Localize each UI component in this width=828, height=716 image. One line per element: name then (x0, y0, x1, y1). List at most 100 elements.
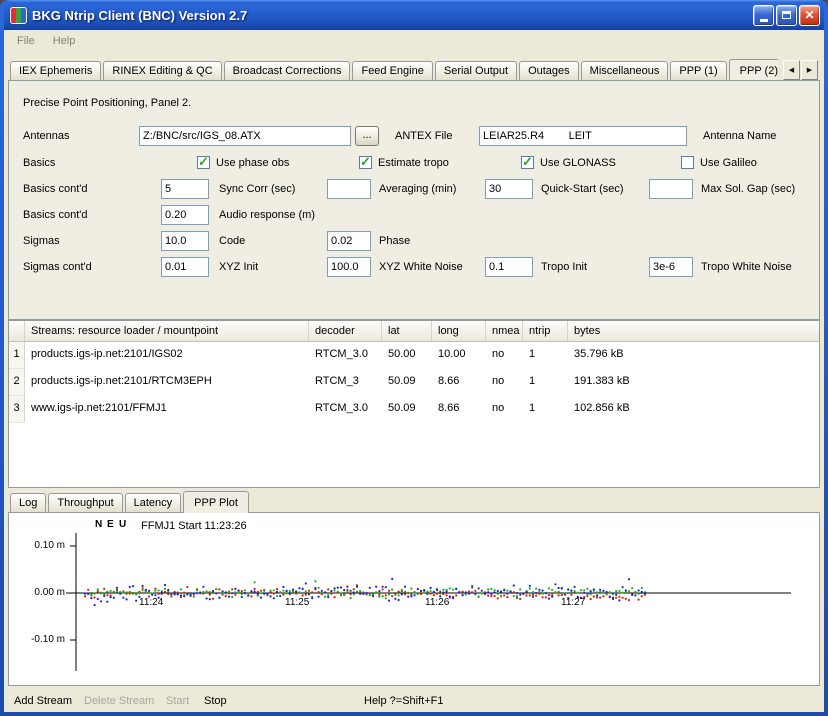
cell-bytes: 35.796 kB (568, 342, 819, 369)
stream-row[interactable]: 3 www.igs-ip.net:2101/FFMJ1 RTCM_3.0 50.… (9, 396, 819, 423)
help-hint: Help ?=Shift+F1 (364, 695, 444, 707)
averaging-input[interactable] (327, 179, 371, 199)
streams-table: Streams: resource loader / mountpoint de… (8, 320, 820, 488)
row-number: 2 (9, 369, 25, 396)
cell-ntrip: 1 (523, 369, 568, 396)
header-long: long (432, 321, 486, 341)
audio-response-input[interactable] (161, 205, 209, 225)
tab-log[interactable]: Log (10, 493, 46, 512)
antennas-label: Antennas (23, 130, 69, 142)
cell-mountpoint: www.igs-ip.net:2101/FFMJ1 (25, 396, 309, 423)
x-tick-1127: 11:27 (561, 597, 585, 608)
cell-long: 8.66 (432, 369, 486, 396)
tab-scroll-left-button[interactable]: ◀ (783, 60, 800, 80)
sigmas-row: Sigmas Code Phase (17, 231, 811, 251)
tab-scroll-right-icon: ▶ (807, 66, 812, 74)
xyz-white-noise-input[interactable] (327, 257, 371, 277)
ppp-plot-canvas (9, 513, 819, 685)
tab-throughput[interactable]: Throughput (48, 493, 122, 512)
delete-stream-button[interactable]: Delete Stream (84, 695, 154, 707)
maximize-icon (782, 11, 791, 19)
menu-item-help[interactable]: Help (44, 32, 85, 50)
x-tick-1125: 11:25 (285, 597, 309, 608)
tab-iex-ephemeris[interactable]: IEX Ephemeris (10, 61, 101, 80)
legend-e-label: E (107, 519, 114, 530)
y-tick-top: 0.10 m (13, 540, 65, 551)
header-nmea: nmea (486, 321, 523, 341)
sigma-code-input[interactable] (161, 231, 209, 251)
tab-ppp-plot[interactable]: PPP Plot (183, 491, 249, 513)
antenna-name-label: Antenna Name (703, 130, 776, 142)
tropo-init-input[interactable] (485, 257, 533, 277)
window-controls: ✕ (753, 5, 820, 26)
tropo-white-noise-input[interactable] (649, 257, 693, 277)
max-sol-gap-input[interactable] (649, 179, 693, 199)
cell-decoder: RTCM_3.0 (309, 342, 382, 369)
cell-decoder: RTCM_3 (309, 369, 382, 396)
sigma-phase-label: Phase (379, 235, 410, 247)
use-galileo-checkbox[interactable] (681, 156, 694, 169)
audio-row: Basics cont'd Audio response (m) (17, 205, 811, 225)
sigma-code-label: Code (219, 235, 245, 247)
cell-bytes: 191.383 kB (568, 369, 819, 396)
maximize-button[interactable] (776, 5, 797, 26)
header-lat: lat (382, 321, 432, 341)
plot-title: FFMJ1 Start 11:23:26 (141, 520, 247, 532)
tab-feed-engine[interactable]: Feed Engine (352, 61, 432, 80)
use-phase-obs-checkbox[interactable] (197, 156, 210, 169)
tab-broadcast-corrections[interactable]: Broadcast Corrections (224, 61, 351, 80)
basics-contd-row: Basics cont'd Sync Corr (sec) Averaging … (17, 179, 811, 199)
sync-corr-input[interactable] (161, 179, 209, 199)
basics-row: Basics Use phase obs Estimate tropo Use … (17, 153, 811, 173)
window-title: BKG Ntrip Client (BNC) Version 2.7 (32, 8, 247, 23)
minimize-button[interactable] (753, 5, 774, 26)
xyz-init-input[interactable] (161, 257, 209, 277)
estimate-tropo-checkbox[interactable] (359, 156, 372, 169)
row-number: 3 (9, 396, 25, 423)
audio-row-label: Basics cont'd (23, 209, 87, 221)
close-button[interactable]: ✕ (799, 5, 820, 26)
audio-response-label: Audio response (m) (219, 209, 315, 221)
start-button[interactable]: Start (166, 695, 189, 707)
sigmas-contd-row: Sigmas cont'd XYZ Init XYZ White Noise T… (17, 257, 811, 277)
sigma-phase-input[interactable] (327, 231, 371, 251)
use-glonass-checkbox[interactable] (521, 156, 534, 169)
tab-ppp-1[interactable]: PPP (1) (670, 61, 726, 80)
stop-button[interactable]: Stop (204, 695, 227, 707)
legend-n-label: N (95, 519, 102, 530)
add-stream-button[interactable]: Add Stream (14, 695, 72, 707)
antex-path-input[interactable] (139, 126, 351, 146)
header-rownum (9, 321, 25, 341)
x-tick-1124: 11:24 (139, 597, 163, 608)
tab-miscellaneous[interactable]: Miscellaneous (581, 61, 669, 80)
tab-rinex-editing-qc[interactable]: RINEX Editing & QC (103, 61, 221, 80)
browse-button[interactable]: ... (355, 126, 379, 146)
close-icon: ✕ (804, 9, 814, 21)
xyz-init-label: XYZ Init (219, 261, 258, 273)
stream-row[interactable]: 1 products.igs-ip.net:2101/IGS02 RTCM_3.… (9, 342, 819, 369)
antenna-name-input[interactable] (479, 126, 687, 146)
tab-scroll-left-icon: ◀ (789, 66, 794, 74)
use-glonass-label: Use GLONASS (540, 157, 616, 169)
header-bytes: bytes (568, 321, 819, 341)
quick-start-label: Quick-Start (sec) (541, 183, 624, 195)
stream-row[interactable]: 2 products.igs-ip.net:2101/RTCM3EPH RTCM… (9, 369, 819, 396)
y-tick-bottom: -0.10 m (13, 634, 65, 645)
window-body: FileHelp IEX EphemerisRINEX Editing & QC… (4, 30, 824, 712)
menu-item-file[interactable]: File (8, 32, 44, 50)
tropo-init-label: Tropo Init (541, 261, 587, 273)
minimize-icon (760, 19, 768, 22)
sigmas-contd-label: Sigmas cont'd (23, 261, 92, 273)
title-bar: BKG Ntrip Client (BNC) Version 2.7 ✕ (4, 0, 824, 30)
cell-nmea: no (486, 396, 523, 423)
header-ntrip: ntrip (523, 321, 568, 341)
tab-ppp-2[interactable]: PPP (2) (729, 59, 778, 80)
app-window: BKG Ntrip Client (BNC) Version 2.7 ✕ Fil… (0, 0, 828, 716)
antennas-row: Antennas ... ANTEX File Antenna Name (17, 126, 811, 146)
cell-lat: 50.00 (382, 342, 432, 369)
tab-scroll-right-button[interactable]: ▶ (801, 60, 818, 80)
quick-start-input[interactable] (485, 179, 533, 199)
tab-serial-output[interactable]: Serial Output (435, 61, 517, 80)
tab-outages[interactable]: Outages (519, 61, 579, 80)
tab-latency[interactable]: Latency (125, 493, 182, 512)
